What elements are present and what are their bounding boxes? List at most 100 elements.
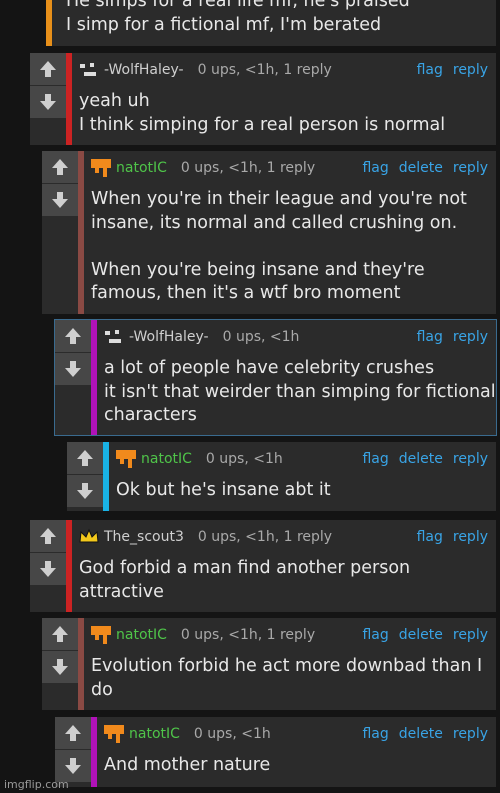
username[interactable]: natotIC bbox=[116, 160, 167, 176]
upvote-button[interactable] bbox=[42, 151, 78, 184]
username[interactable]: The_scout3 bbox=[104, 529, 184, 545]
comment-actions: flag delete reply bbox=[362, 451, 488, 467]
avatar-icon bbox=[91, 626, 111, 644]
avatar-icon bbox=[116, 450, 136, 468]
upvote-button[interactable] bbox=[30, 520, 66, 553]
arrow-up-icon bbox=[40, 528, 56, 544]
indent-bar bbox=[91, 717, 97, 787]
crown-icon bbox=[79, 528, 99, 543]
upvote-button[interactable] bbox=[30, 53, 66, 86]
vote-column bbox=[42, 151, 80, 217]
arrow-up-icon bbox=[65, 328, 81, 344]
comment-header: -WolfHaley- 0 ups, <1h, 1 reply flag rep… bbox=[78, 53, 496, 87]
reply-link[interactable]: reply bbox=[453, 160, 488, 176]
delete-link[interactable]: delete bbox=[399, 627, 443, 643]
watermark: imgflip.com bbox=[4, 778, 69, 791]
vote-column bbox=[55, 320, 93, 386]
arrow-down-icon bbox=[40, 94, 56, 110]
comment-meta: 0 ups, <1h bbox=[222, 329, 300, 345]
delete-link[interactable]: delete bbox=[399, 451, 443, 467]
indent-bar bbox=[103, 442, 109, 511]
username[interactable]: -WolfHaley- bbox=[104, 62, 184, 78]
vote-column bbox=[42, 618, 80, 684]
indent-bar bbox=[66, 53, 72, 145]
arrow-up-icon bbox=[65, 725, 81, 741]
arrow-up-icon bbox=[52, 159, 68, 175]
flag-link[interactable]: flag bbox=[417, 529, 443, 545]
downvote-button[interactable] bbox=[67, 475, 103, 508]
comment-header: -WolfHaley- 0 ups, <1h flag reply bbox=[103, 320, 496, 354]
arrow-up-icon bbox=[77, 450, 93, 466]
reply-link[interactable]: reply bbox=[453, 62, 488, 78]
comment-header: natotIC 0 ups, <1h, 1 reply flag delete … bbox=[90, 151, 496, 185]
reply-link[interactable]: reply bbox=[453, 627, 488, 643]
indent-bar bbox=[78, 151, 84, 314]
avatar-icon bbox=[80, 63, 96, 76]
arrow-down-icon bbox=[52, 659, 68, 675]
comment-meta: 0 ups, <1h, 1 reply bbox=[197, 62, 332, 78]
comment: The_scout3 0 ups, <1h, 1 reply flag repl… bbox=[30, 520, 496, 612]
arrow-down-icon bbox=[52, 192, 68, 208]
downvote-button[interactable] bbox=[30, 553, 66, 586]
arrow-up-icon bbox=[40, 61, 56, 77]
indent-bar bbox=[91, 320, 97, 435]
flag-link[interactable]: flag bbox=[417, 62, 443, 78]
comment: natotIC 0 ups, <1h, 1 reply flag delete … bbox=[42, 618, 496, 710]
comment-header: natotIC 0 ups, <1h flag delete reply bbox=[103, 717, 496, 751]
delete-link[interactable]: delete bbox=[399, 726, 443, 742]
vote-column bbox=[30, 53, 68, 119]
comment-meta: 0 ups, <1h, 1 reply bbox=[197, 529, 333, 545]
comment-actions: flag delete reply bbox=[362, 726, 488, 742]
upvote-button[interactable] bbox=[55, 717, 91, 750]
comment-text: When you're in their league and you're n… bbox=[91, 189, 467, 303]
arrow-down-icon bbox=[40, 561, 56, 577]
upvote-button[interactable] bbox=[42, 618, 78, 651]
comment: natotIC 0 ups, <1h flag delete reply Ok … bbox=[67, 442, 496, 511]
avatar-icon bbox=[105, 330, 121, 343]
comment-meta: 0 ups, <1h, 1 reply bbox=[180, 627, 316, 643]
flag-link[interactable]: flag bbox=[362, 726, 388, 742]
downvote-button[interactable] bbox=[55, 353, 91, 386]
reply-link[interactable]: reply bbox=[453, 451, 488, 467]
comment-actions: flag delete reply bbox=[362, 627, 488, 643]
username[interactable]: natotIC bbox=[141, 451, 192, 467]
arrow-down-icon bbox=[77, 483, 93, 499]
downvote-button[interactable] bbox=[42, 184, 78, 217]
delete-link[interactable]: delete bbox=[399, 160, 443, 176]
comment-text: Evolution forbid he act more downbad tha… bbox=[91, 656, 483, 700]
comment-actions: flag reply bbox=[417, 529, 488, 545]
vote-column bbox=[55, 717, 93, 783]
upvote-button[interactable] bbox=[55, 320, 91, 353]
comment-text: He simps for a real life mf, he's praise… bbox=[66, 0, 410, 35]
comment-actions: flag reply bbox=[417, 62, 488, 78]
comment-meta: 0 ups, <1h bbox=[193, 726, 271, 742]
vote-column bbox=[30, 520, 68, 586]
reply-link[interactable]: reply bbox=[453, 726, 488, 742]
comment-header: natotIC 0 ups, <1h, 1 reply flag delete … bbox=[90, 618, 496, 652]
arrow-down-icon bbox=[65, 361, 81, 377]
comment-text: a lot of people have celebrity crushes i… bbox=[104, 358, 496, 425]
arrow-up-icon bbox=[52, 626, 68, 642]
downvote-button[interactable] bbox=[30, 86, 66, 119]
comment: natotIC 0 ups, <1h flag delete reply And… bbox=[55, 717, 496, 787]
username[interactable]: natotIC bbox=[129, 726, 180, 742]
comment-header: natotIC 0 ups, <1h flag delete reply bbox=[115, 442, 496, 476]
comment-actions: flag delete reply bbox=[362, 160, 488, 176]
reply-link[interactable]: reply bbox=[453, 529, 488, 545]
username[interactable]: -WolfHaley- bbox=[129, 329, 209, 345]
flag-link[interactable]: flag bbox=[362, 627, 388, 643]
comment-text: yeah uh I think simping for a real perso… bbox=[79, 91, 446, 135]
flag-link[interactable]: flag bbox=[362, 451, 388, 467]
avatar-icon bbox=[91, 159, 111, 177]
downvote-button[interactable] bbox=[42, 651, 78, 684]
vote-column bbox=[67, 442, 105, 508]
flag-link[interactable]: flag bbox=[417, 329, 443, 345]
flag-link[interactable]: flag bbox=[362, 160, 388, 176]
username[interactable]: natotIC bbox=[116, 627, 167, 643]
comment: natotIC 0 ups, <1h, 1 reply flag delete … bbox=[42, 151, 496, 314]
upvote-button[interactable] bbox=[67, 442, 103, 475]
comment-text: Ok but he's insane abt it bbox=[116, 480, 331, 500]
reply-link[interactable]: reply bbox=[453, 329, 488, 345]
comment-actions: flag reply bbox=[417, 329, 488, 345]
avatar-icon bbox=[104, 725, 124, 743]
